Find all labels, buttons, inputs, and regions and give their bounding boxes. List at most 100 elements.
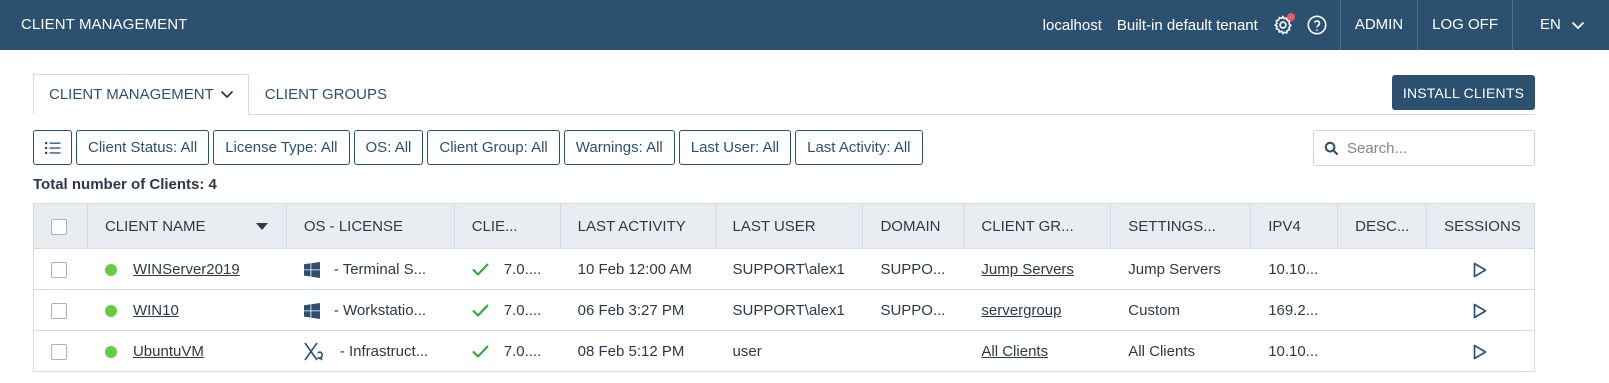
language-selector[interactable]: EN [1513, 0, 1609, 50]
os-license-cell: - Workstatio... [287, 290, 455, 331]
check-icon [472, 263, 489, 276]
table-row[interactable]: UbuntuVM - Infrastruct... 7.0.... 08 Feb… [34, 331, 1534, 372]
online-status-dot [104, 304, 117, 317]
tab-bar: CLIENT MANAGEMENT CLIENT GROUPS [33, 74, 403, 115]
column-header-client-name[interactable]: CLIENT NAME [88, 204, 287, 249]
sessions-cell [1427, 290, 1534, 331]
filter-client-group[interactable]: Client Group: All [427, 130, 560, 165]
app-title: CLIENT MANAGEMENT [21, 16, 188, 33]
play-session-icon[interactable] [1473, 344, 1487, 360]
filter-warnings[interactable]: Warnings: All [563, 130, 675, 165]
client-version-text: 7.0.... [503, 261, 542, 278]
search-input[interactable] [1347, 139, 1517, 157]
filter-bar: Client Status: All License Type: All OS:… [33, 130, 927, 165]
last-user-cell: SUPPORT\alex1 [732, 302, 845, 319]
client-group-link[interactable]: All Clients [981, 343, 1048, 360]
column-header-client-version[interactable]: CLIE... [455, 204, 561, 249]
online-status-dot [104, 345, 117, 358]
os-license-text: - Infrastruct... [339, 343, 429, 360]
host-name: localhost [1042, 16, 1102, 34]
tab-label: CLIENT MANAGEMENT [49, 86, 214, 103]
column-header-os-license[interactable]: OS - LICENSE [287, 204, 455, 249]
domain-cell: SUPPO... [880, 261, 946, 278]
ipv4-cell: 10.10... [1268, 261, 1319, 278]
chevron-down-icon [1571, 21, 1584, 29]
client-name-link[interactable]: WIN10 [133, 302, 179, 319]
client-group-link[interactable]: Jump Servers [981, 261, 1074, 278]
tenant-name[interactable]: Built-in default tenant [1117, 17, 1258, 34]
table-row[interactable]: WINServer2019 - Terminal S... 7.0.... 10… [34, 249, 1534, 290]
help-circle-icon[interactable] [1306, 14, 1328, 36]
sessions-cell [1427, 249, 1534, 290]
column-chooser-button[interactable] [33, 130, 72, 165]
os-license-cell: - Terminal S... [287, 249, 455, 290]
client-group-cell: servergroup [964, 290, 1111, 331]
row-select-cell [34, 249, 88, 290]
column-header-settings[interactable]: SETTINGS... [1111, 204, 1252, 249]
clients-table: CLIENT NAME OS - LICENSE CLIE... LAST AC… [33, 203, 1535, 372]
settings-cell: Custom [1128, 302, 1180, 319]
client-name-link[interactable]: WINServer2019 [133, 261, 240, 278]
column-header-last-user[interactable]: LAST USER [716, 204, 864, 249]
os-license-text: - Workstatio... [333, 302, 427, 319]
play-session-icon[interactable] [1473, 262, 1487, 278]
row-checkbox[interactable] [51, 302, 67, 319]
description-cell [1338, 290, 1427, 331]
linux-x-icon [304, 342, 323, 360]
tab-client-management[interactable]: CLIENT MANAGEMENT [33, 74, 249, 115]
filter-license-type[interactable]: License Type: All [213, 130, 350, 165]
description-cell [1338, 249, 1427, 290]
tab-client-groups[interactable]: CLIENT GROUPS [249, 74, 403, 115]
check-icon [472, 304, 489, 317]
filter-client-status[interactable]: Client Status: All [76, 130, 210, 165]
column-header-sessions[interactable]: SESSIONS [1427, 204, 1534, 249]
column-header-domain[interactable]: DOMAIN [863, 204, 965, 249]
domain-cell [863, 331, 964, 372]
gear-icon[interactable] [1272, 13, 1295, 36]
client-version-cell: 7.0.... [455, 290, 561, 331]
table-row[interactable]: WIN10 - Workstatio... 7.0.... 06 Feb 3:2… [34, 290, 1534, 331]
admin-menu[interactable]: ADMIN [1341, 0, 1417, 50]
select-all-checkbox[interactable] [51, 218, 67, 235]
column-header-ipv4[interactable]: IPV4 [1251, 204, 1339, 249]
windows-icon [303, 302, 320, 319]
last-user-cell: user [732, 343, 762, 360]
client-version-text: 7.0.... [503, 343, 542, 360]
client-version-cell: 7.0.... [455, 331, 561, 372]
windows-icon [303, 261, 320, 278]
ipv4-cell: 169.2... [1268, 302, 1319, 319]
column-header-last-activity[interactable]: LAST ACTIVITY [561, 204, 716, 249]
settings-cell: Jump Servers [1128, 261, 1221, 278]
online-status-dot [104, 263, 117, 276]
search-icon [1324, 141, 1339, 155]
client-group-cell: Jump Servers [964, 249, 1111, 290]
top-bar: CLIENT MANAGEMENT localhost Built-in def… [0, 0, 1609, 50]
logoff-button[interactable]: LOG OFF [1418, 0, 1512, 50]
install-clients-button[interactable]: INSTALL CLIENTS [1392, 75, 1535, 110]
row-select-cell [34, 290, 88, 331]
last-activity-cell: 06 Feb 3:27 PM [577, 302, 685, 319]
row-checkbox[interactable] [51, 261, 67, 278]
search-box [1313, 130, 1535, 166]
client-group-link[interactable]: servergroup [981, 302, 1061, 319]
filter-last-activity[interactable]: Last Activity: All [795, 130, 923, 165]
client-name-cell: UbuntuVM [88, 331, 287, 372]
client-name-link[interactable]: UbuntuVM [133, 343, 204, 360]
play-session-icon[interactable] [1473, 303, 1487, 319]
client-group-cell: All Clients [964, 331, 1111, 372]
column-header-client-group[interactable]: CLIENT GR... [964, 204, 1112, 249]
language-label: EN [1540, 16, 1561, 33]
column-header-description[interactable]: DESC... [1338, 204, 1428, 249]
domain-cell: SUPPO... [880, 302, 946, 319]
last-activity-cell: 10 Feb 12:00 AM [577, 261, 692, 278]
filter-os[interactable]: OS: All [353, 130, 424, 165]
client-version-text: 7.0.... [503, 302, 542, 319]
row-checkbox[interactable] [51, 343, 67, 360]
filter-last-user[interactable]: Last User: All [678, 130, 792, 165]
sort-descending-icon [255, 223, 268, 230]
total-clients-count: Total number of Clients: 4 [33, 176, 217, 193]
client-name-cell: WINServer2019 [88, 249, 287, 290]
last-activity-cell: 08 Feb 5:12 PM [577, 343, 685, 360]
list-icon [44, 141, 60, 154]
tab-divider [33, 114, 1535, 115]
